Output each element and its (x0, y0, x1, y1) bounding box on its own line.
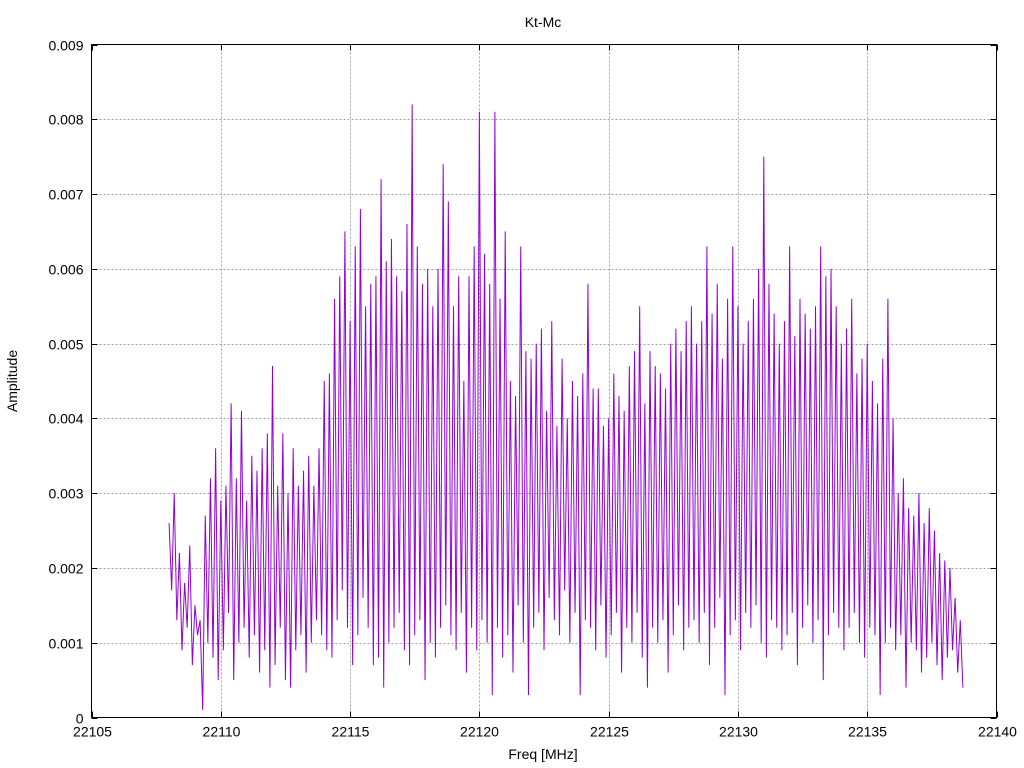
series-line-0 (168, 104, 964, 711)
chart-title: Kt-Mc (525, 14, 562, 30)
chart-canvas: 22105 22110 22115 22120 22125 22130 22135 22140… (4, 14, 1017, 762)
x-tick-label: 22130 (719, 724, 758, 740)
x-tick-label: 22125 (590, 724, 629, 740)
y-tick-label: 0.009 (48, 38, 83, 54)
y-tick-label: 0.007 (48, 187, 83, 203)
y-tick-label: 0.001 (48, 636, 83, 652)
y-tick-label: 0.008 (48, 112, 83, 128)
x-tick-label: 22115 (332, 724, 370, 740)
x-tick-label: 22135 (848, 724, 887, 740)
y-tick-label: 0.004 (48, 411, 83, 427)
series-layer (168, 104, 964, 711)
y-axis-label: Amplitude (4, 350, 20, 412)
y-tick-label: 0.002 (48, 561, 83, 577)
x-axis-label: Freq [MHz] (508, 746, 577, 762)
x-tick-label: 22110 (203, 724, 241, 740)
y-tick-label: 0.003 (48, 486, 83, 502)
x-tick-label: 22140 (978, 724, 1017, 740)
x-tick-label: 22120 (460, 724, 499, 740)
chart-root: 22105 22110 22115 22120 22125 22130 22135 22140… (0, 0, 1024, 768)
y-tick-label: 0.005 (48, 337, 83, 353)
y-tick-label: 0.006 (48, 262, 83, 278)
y-tick-label: 0 (76, 711, 84, 727)
